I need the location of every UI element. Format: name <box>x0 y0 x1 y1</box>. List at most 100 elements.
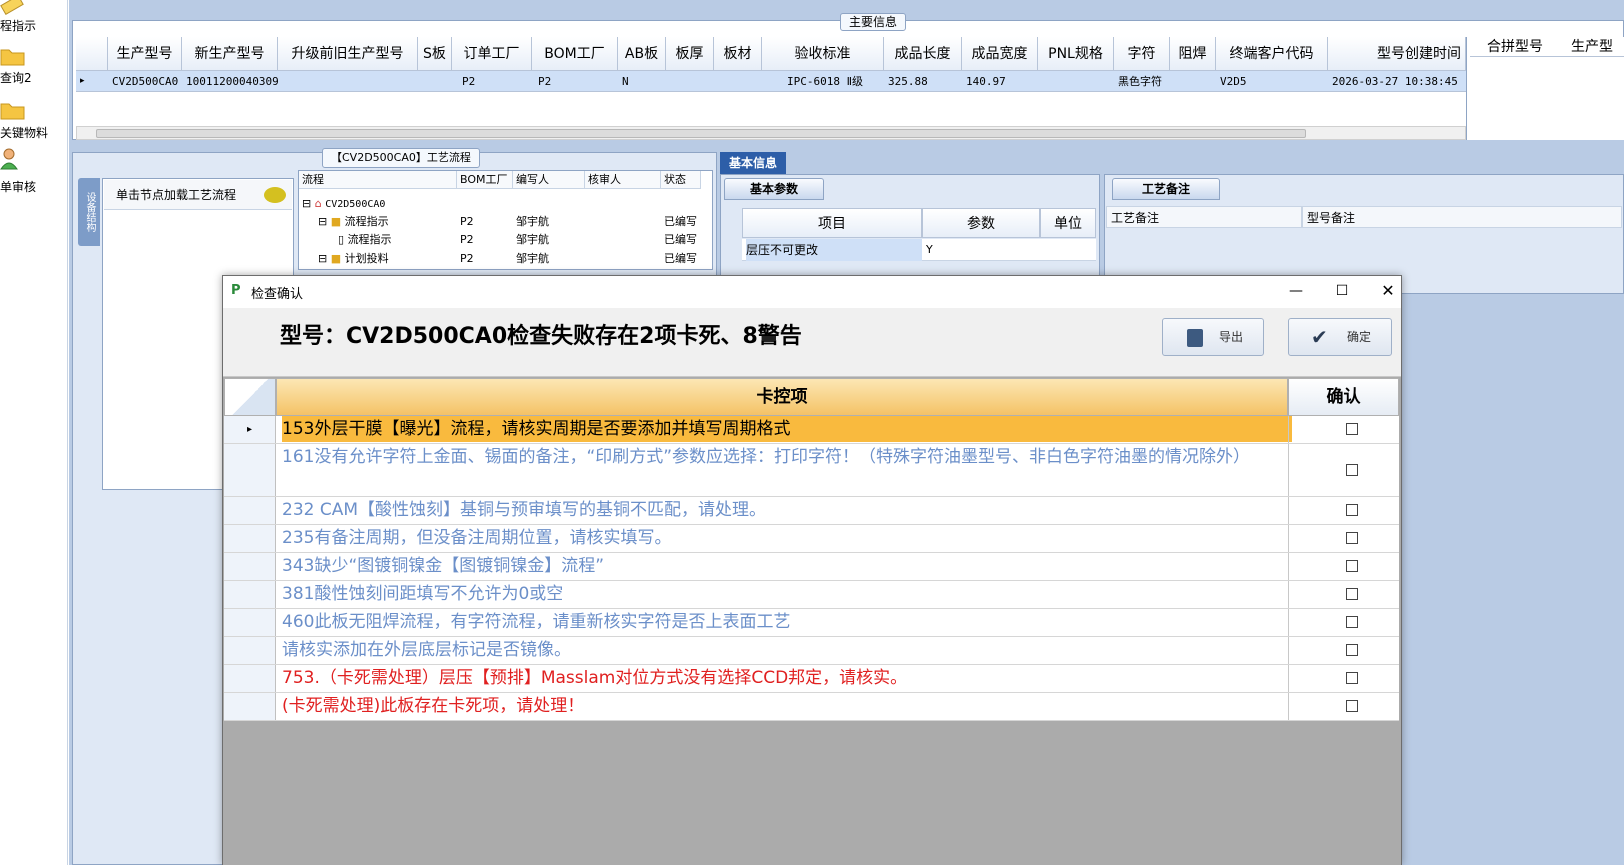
book-icon <box>1187 329 1203 347</box>
column-header[interactable]: 字符 <box>1114 37 1170 71</box>
table-row[interactable]: (卡死需处理)此板存在卡死项，请处理！ <box>224 693 1399 721</box>
table-row[interactable]: 161没有允许字符上金面、锡面的备注，“印刷方式”参数应选择：打印字符！（特殊字… <box>224 444 1399 497</box>
table-row[interactable]: 232 CAM【酸性蚀刻】基铜与预审填写的基铜不匹配，请处理。 <box>224 497 1399 525</box>
column-header[interactable]: 参数 <box>922 208 1040 238</box>
confirm-checkbox[interactable] <box>1346 532 1358 544</box>
table-row[interactable]: 235有备注周期，但没备注周期位置，请核实填写。 <box>224 525 1399 553</box>
column-header[interactable]: 成品宽度 <box>962 37 1038 71</box>
tree-node[interactable]: ⊟ ⌂ CV2D500CA0 <box>302 194 385 213</box>
column-header[interactable]: 工艺备注 <box>1106 206 1302 228</box>
tree-node[interactable]: ▯ 流程指示 <box>338 230 392 249</box>
table-row[interactable]: 层压不可更改 Y <box>742 239 1096 261</box>
collapse-icon: ⊟ <box>318 215 328 228</box>
column-header[interactable]: 生产型 <box>1560 37 1624 57</box>
load-process-button[interactable]: 单击节点加载工艺流程 <box>104 180 292 210</box>
column-header[interactable]: 终端客户代码 <box>1216 37 1328 71</box>
column-header[interactable]: 流程 <box>299 171 457 189</box>
cell[interactable]: 10011200040309 <box>182 71 278 92</box>
tab-basic-params[interactable]: 基本参数 <box>724 178 824 200</box>
column-header[interactable]: 板材 <box>714 37 762 71</box>
cell[interactable]: P2 <box>534 71 614 92</box>
sidebar-item-key-material[interactable]: 关键物料 <box>0 98 66 142</box>
column-header[interactable]: 订单工厂 <box>452 37 532 71</box>
column-divider <box>1288 444 1289 496</box>
cell[interactable]: P2 <box>458 71 532 92</box>
column-header[interactable]: 编写人 <box>513 171 585 189</box>
tree-node[interactable]: ⊟ ■ 流程指示 <box>318 212 389 231</box>
check-item-text: 161没有允许字符上金面、锡面的备注，“印刷方式”参数应选择：打印字符！（特殊字… <box>282 447 1251 467</box>
column-header[interactable]: 板厚 <box>666 37 714 71</box>
column-header[interactable]: 型号备注 <box>1302 206 1622 228</box>
column-header[interactable]: 型号创建时间 <box>1328 37 1466 71</box>
row-selector <box>224 693 276 720</box>
maximize-icon[interactable]: ☐ <box>1327 278 1357 304</box>
column-header[interactable]: PNL规格 <box>1038 37 1114 71</box>
confirm-checkbox[interactable] <box>1346 504 1358 516</box>
tree-node[interactable]: ⊟ ■ 计划投料 <box>318 249 389 268</box>
load-process-label: 单击节点加载工艺流程 <box>116 188 237 202</box>
sidebar-item-audit[interactable]: 单审核 <box>0 148 66 194</box>
sidebar-item-query2[interactable]: 查询2 <box>0 44 66 88</box>
cell[interactable]: CV2D500CA0 <box>108 71 182 92</box>
confirm-checkbox[interactable] <box>1346 423 1358 435</box>
minimize-icon[interactable]: — <box>1281 278 1311 304</box>
column-header[interactable]: 合拼型号 <box>1470 37 1560 57</box>
tree-cell: 邹宇航 <box>516 233 549 246</box>
confirm-checkbox[interactable] <box>1346 644 1358 656</box>
folder-icon: ■ <box>330 252 342 265</box>
column-header[interactable]: 升级前旧生产型号 <box>278 37 418 71</box>
left-sidebar: 程指示 查询2 关键物料 单审核 <box>0 0 68 865</box>
cell[interactable]: 140.97 <box>962 71 1038 92</box>
column-header[interactable]: AB板 <box>618 37 666 71</box>
sidebar-item-label: 关键物料 <box>0 126 49 140</box>
column-header[interactable]: 项目 <box>742 208 922 238</box>
row-selector <box>224 581 276 608</box>
check-item-text: 235有备注周期，但没备注周期位置，请核实填写。 <box>282 528 672 548</box>
table-row[interactable]: 753.（卡死需处理）层压【预排】Masslam对位方式没有选择CCD邦定，请核… <box>224 665 1399 693</box>
column-header[interactable]: 成品长度 <box>884 37 962 71</box>
scrollbar-thumb[interactable] <box>96 129 1306 138</box>
dialog-titlebar[interactable]: P 检查确认 — ☐ ✕ <box>223 276 1401 308</box>
folder-icon <box>0 49 25 66</box>
tab-basic-info[interactable]: 基本信息 <box>720 152 786 174</box>
table-row[interactable]: ▸ 153外层干膜【曝光】流程，请核实周期是否要添加并填写周期格式 <box>224 416 1399 444</box>
table-row[interactable]: 460此板无阻焊流程，有字符流程，请重新核实字符是否上表面工艺 <box>224 609 1399 637</box>
row-selector <box>224 609 276 636</box>
table-row[interactable]: 381酸性蚀刻间距填写不允许为0或空 <box>224 581 1399 609</box>
column-header[interactable]: 阻焊 <box>1170 37 1216 71</box>
column-header-item[interactable]: 卡控项 <box>276 378 1288 416</box>
column-header[interactable]: 生产型号 <box>108 37 182 71</box>
cell[interactable]: IPC-6018 Ⅱ级 <box>762 71 884 92</box>
close-icon[interactable]: ✕ <box>1373 278 1403 304</box>
export-button[interactable]: 导出 <box>1162 318 1264 356</box>
confirm-button[interactable]: ✔ 确定 <box>1288 318 1392 356</box>
confirm-checkbox[interactable] <box>1346 560 1358 572</box>
tree-node-label: 流程指示 <box>347 233 392 246</box>
confirm-checkbox[interactable] <box>1346 672 1358 684</box>
row-selector <box>224 444 276 496</box>
column-header[interactable]: BOM工厂 <box>457 171 513 189</box>
confirm-checkbox[interactable] <box>1346 588 1358 600</box>
confirm-checkbox[interactable] <box>1346 464 1358 476</box>
cell[interactable]: 黑色字符 <box>1114 71 1170 92</box>
column-header[interactable]: 状态 <box>661 171 701 189</box>
column-header-confirm[interactable]: 确认 <box>1288 378 1399 416</box>
tree-node-label: 计划投料 <box>344 252 389 265</box>
tab-craft-notes[interactable]: 工艺备注 <box>1112 178 1220 200</box>
confirm-checkbox[interactable] <box>1346 700 1358 712</box>
sidebar-item-flow[interactable]: 程指示 <box>0 0 66 34</box>
column-header[interactable]: 验收标准 <box>762 37 884 71</box>
column-header[interactable]: 单位 <box>1040 208 1096 238</box>
column-header[interactable]: 核审人 <box>585 171 661 189</box>
column-header[interactable]: BOM工厂 <box>532 37 618 71</box>
cell[interactable]: N <box>618 71 666 92</box>
cell[interactable]: 325.88 <box>884 71 962 92</box>
confirm-checkbox[interactable] <box>1346 616 1358 628</box>
cell[interactable]: V2D5 <box>1216 71 1328 92</box>
tab-device-structure[interactable]: 设备结构 <box>78 178 100 246</box>
cell[interactable]: 2026-03-27 10:38:45 <box>1328 71 1466 92</box>
column-header[interactable]: S板 <box>418 37 452 71</box>
column-header[interactable]: 新生产型号 <box>182 37 278 71</box>
table-row[interactable]: 请核实添加在外层底层标记是否镜像。 <box>224 637 1399 665</box>
table-row[interactable]: 343缺少“图镀铜镍金【图镀铜镍金】流程” <box>224 553 1399 581</box>
